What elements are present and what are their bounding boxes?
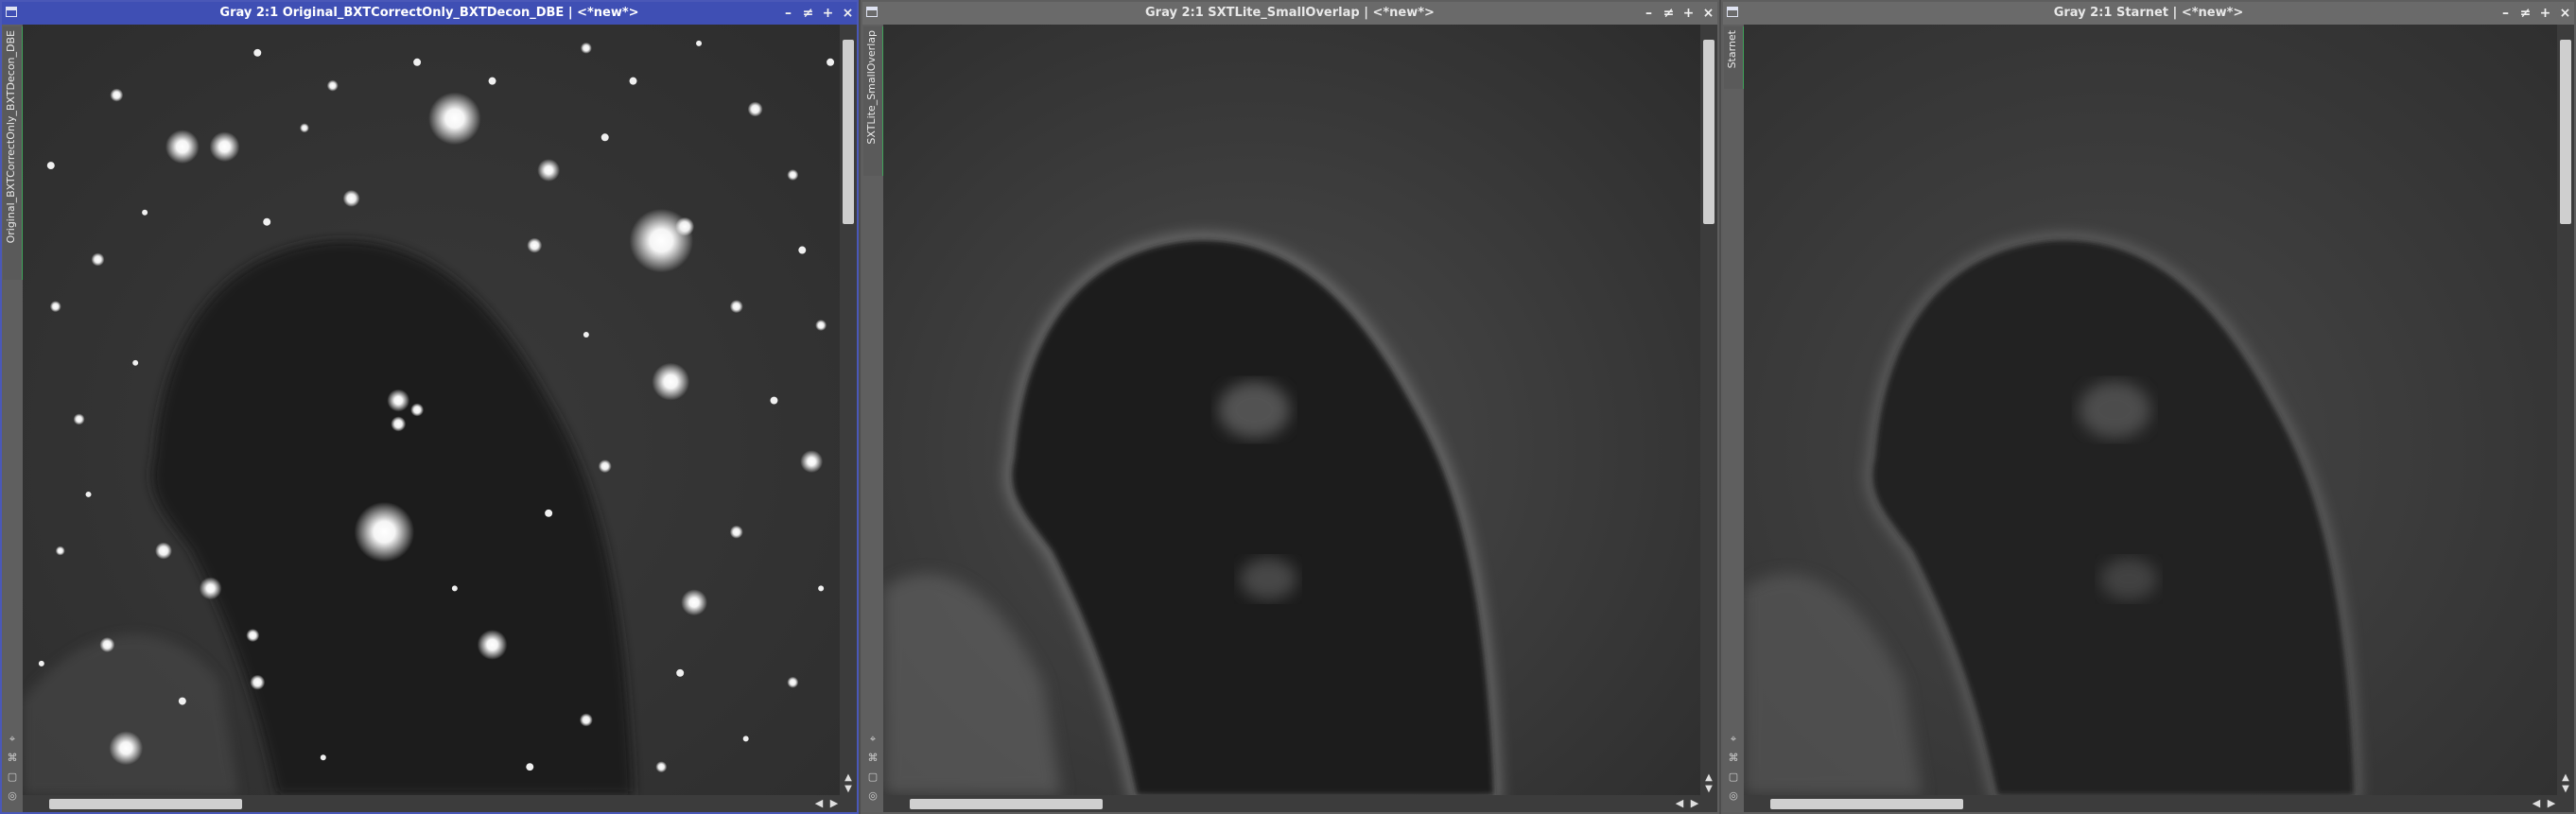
- vertical-scroll-thumb[interactable]: [1703, 40, 1714, 224]
- view-identifier-tab[interactable]: Original_BXTCorrectOnly_BXTDecon_DBE: [3, 26, 24, 280]
- scroll-down-icon[interactable]: ▼: [2559, 784, 2572, 795]
- shade-button[interactable]: ≠: [1662, 5, 1676, 22]
- link-icon[interactable]: ⌘: [6, 752, 19, 765]
- settings-icon[interactable]: ◎: [866, 789, 879, 803]
- settings-icon[interactable]: ◎: [1727, 789, 1740, 803]
- shade-button[interactable]: ≠: [801, 5, 815, 22]
- scroll-corner: [840, 795, 857, 812]
- horizontal-scrollbar[interactable]: ◀ ▶: [1744, 795, 2574, 812]
- link-icon[interactable]: ⌘: [866, 752, 879, 765]
- pin-icon[interactable]: ⌖: [1727, 733, 1740, 746]
- scroll-left-icon[interactable]: ◀: [813, 797, 825, 810]
- horizontal-scrollbar[interactable]: ◀ ▶: [883, 795, 1717, 812]
- view-sidebar: SXTLite_SmallOverlap ⌖ ⌘ ▢ ◎: [862, 25, 884, 812]
- nebula-image: [23, 25, 840, 795]
- close-button[interactable]: ×: [2558, 5, 2572, 22]
- image-window-original[interactable]: Gray 2:1 Original_BXTCorrectOnly_BXTDeco…: [0, 0, 859, 814]
- minimize-button[interactable]: –: [781, 5, 795, 22]
- maximize-button[interactable]: +: [2538, 5, 2552, 22]
- window-title: Gray 2:1 Starnet | <*new*>: [2053, 6, 2244, 20]
- view-identifier-label: Starnet: [1726, 30, 1738, 69]
- horizontal-scroll-thumb[interactable]: [49, 799, 242, 809]
- view-identifier-label: SXTLite_SmallOverlap: [865, 30, 878, 145]
- vertical-scrollbar[interactable]: ▲ ▼: [2557, 25, 2574, 795]
- view-sidebar: Starnet ⌖ ⌘ ▢ ◎: [1723, 25, 1745, 812]
- maximize-button[interactable]: +: [821, 5, 835, 22]
- image-window-starnet[interactable]: Gray 2:1 Starnet | <*new*> – ≠ + × Starn…: [1721, 0, 2576, 814]
- view-identifier-tab[interactable]: SXTLite_SmallOverlap: [863, 26, 884, 176]
- maximize-button[interactable]: +: [1681, 5, 1696, 22]
- image-viewport[interactable]: [1744, 25, 2557, 795]
- window-titlebar[interactable]: Gray 2:1 Starnet | <*new*> – ≠ + ×: [1723, 2, 2574, 25]
- close-button[interactable]: ×: [841, 5, 855, 22]
- scroll-right-icon[interactable]: ▶: [1689, 797, 1700, 810]
- link-icon[interactable]: ⌘: [1727, 752, 1740, 765]
- vertical-scrollbar[interactable]: ▲ ▼: [840, 25, 857, 795]
- shade-button[interactable]: ≠: [2518, 5, 2532, 22]
- scroll-corner: [1700, 795, 1717, 812]
- settings-icon[interactable]: ◎: [6, 789, 19, 803]
- scroll-up-icon[interactable]: ▲: [2559, 772, 2572, 784]
- scroll-corner: [2557, 795, 2574, 812]
- horizontal-scrollbar[interactable]: ◀ ▶: [23, 795, 857, 812]
- vertical-scroll-thumb[interactable]: [843, 40, 854, 224]
- minimize-button[interactable]: –: [1642, 5, 1656, 22]
- scroll-down-icon[interactable]: ▼: [842, 784, 855, 795]
- scroll-right-icon[interactable]: ▶: [828, 797, 840, 810]
- window-titlebar[interactable]: Gray 2:1 SXTLite_SmallOverlap | <*new*> …: [862, 2, 1717, 25]
- window-icon[interactable]: [864, 5, 881, 22]
- window-title: Gray 2:1 Original_BXTCorrectOnly_BXTDeco…: [219, 6, 639, 20]
- window-titlebar[interactable]: Gray 2:1 Original_BXTCorrectOnly_BXTDeco…: [2, 2, 857, 25]
- horizontal-scroll-thumb[interactable]: [910, 799, 1103, 809]
- scroll-right-icon[interactable]: ▶: [2546, 797, 2557, 810]
- minimize-button[interactable]: –: [2498, 5, 2513, 22]
- window-icon[interactable]: [1725, 5, 1742, 22]
- scroll-up-icon[interactable]: ▲: [1702, 772, 1715, 784]
- vertical-scrollbar[interactable]: ▲ ▼: [1700, 25, 1717, 795]
- view-identifier-label: Original_BXTCorrectOnly_BXTDecon_DBE: [5, 30, 17, 244]
- image-viewport[interactable]: [883, 25, 1700, 795]
- scroll-up-icon[interactable]: ▲: [842, 772, 855, 784]
- view-sidebar: Original_BXTCorrectOnly_BXTDecon_DBE ⌖ ⌘…: [2, 25, 24, 812]
- pin-icon[interactable]: ⌖: [866, 733, 879, 746]
- vertical-scroll-thumb[interactable]: [2560, 40, 2571, 224]
- nebula-image: [1744, 25, 2557, 795]
- view-identifier-tab[interactable]: Starnet: [1724, 26, 1745, 89]
- horizontal-scroll-thumb[interactable]: [1770, 799, 1963, 809]
- image-window-sxtlite[interactable]: Gray 2:1 SXTLite_SmallOverlap | <*new*> …: [861, 0, 1719, 814]
- scroll-down-icon[interactable]: ▼: [1702, 784, 1715, 795]
- window-icon[interactable]: [4, 5, 21, 22]
- window-title: Gray 2:1 SXTLite_SmallOverlap | <*new*>: [1145, 6, 1435, 20]
- scroll-left-icon[interactable]: ◀: [2531, 797, 2542, 810]
- pin-icon[interactable]: ⌖: [6, 733, 19, 746]
- close-button[interactable]: ×: [1701, 5, 1715, 22]
- scroll-left-icon[interactable]: ◀: [1674, 797, 1685, 810]
- lock-icon[interactable]: ▢: [1727, 771, 1740, 784]
- lock-icon[interactable]: ▢: [6, 771, 19, 784]
- nebula-image: [883, 25, 1700, 795]
- lock-icon[interactable]: ▢: [866, 771, 879, 784]
- image-viewport[interactable]: [23, 25, 840, 795]
